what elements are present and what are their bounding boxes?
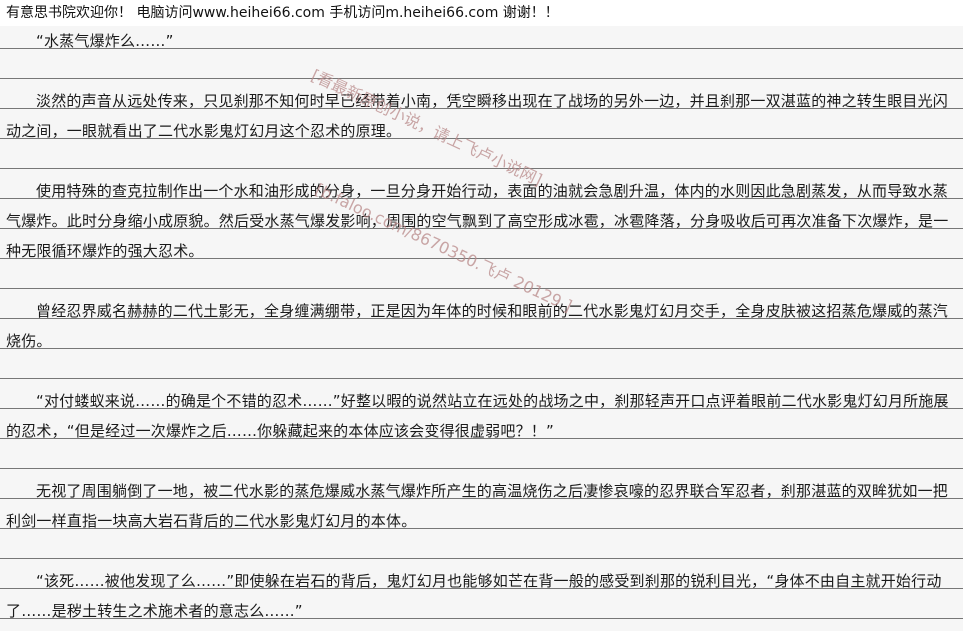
paragraph-4: 曾经忍界威名赫赫的二代土影无，全身缠满绷带，正是因为年体的时候和眼前的二代水影鬼… bbox=[6, 302, 949, 350]
site-header: 有意思书院欢迎你！ 电脑访问www.heihei66.com 手机访问m.hei… bbox=[0, 0, 963, 26]
paragraph-2: 淡然的声音从远处传来，只见刹那不知何时早已经带着小南，凭空瞬移出现在了战场的另外… bbox=[6, 92, 949, 140]
site-header-text: 有意思书院欢迎你！ 电脑访问www.heihei66.com 手机访问m.hei… bbox=[6, 5, 559, 21]
chapter-content: “水蒸气爆炸么……” 淡然的声音从远处传来，只见刹那不知何时早已经带着小南，凭空… bbox=[0, 26, 963, 631]
paragraph-6: 无视了周围躺倒了一地，被二代水影的蒸危爆威水蒸气爆炸所产生的高温烧伤之后凄惨哀嚎… bbox=[6, 482, 949, 530]
paragraph-3: 使用特殊的查克拉制作出一个水和油形成的分身，一旦分身开始行动，表面的油就会急剧升… bbox=[6, 182, 949, 260]
paragraph-5: “对付蝼蚁来说……的确是个不错的忍术……”好整以暇的说然站立在远处的战场之中，刹… bbox=[6, 392, 949, 440]
paragraph-1: “水蒸气爆炸么……” bbox=[36, 32, 174, 50]
paragraph-7: “该死……被他发现了么……”即使躲在岩石的背后，鬼灯幻月也能够如芒在背一般的感受… bbox=[6, 572, 942, 620]
